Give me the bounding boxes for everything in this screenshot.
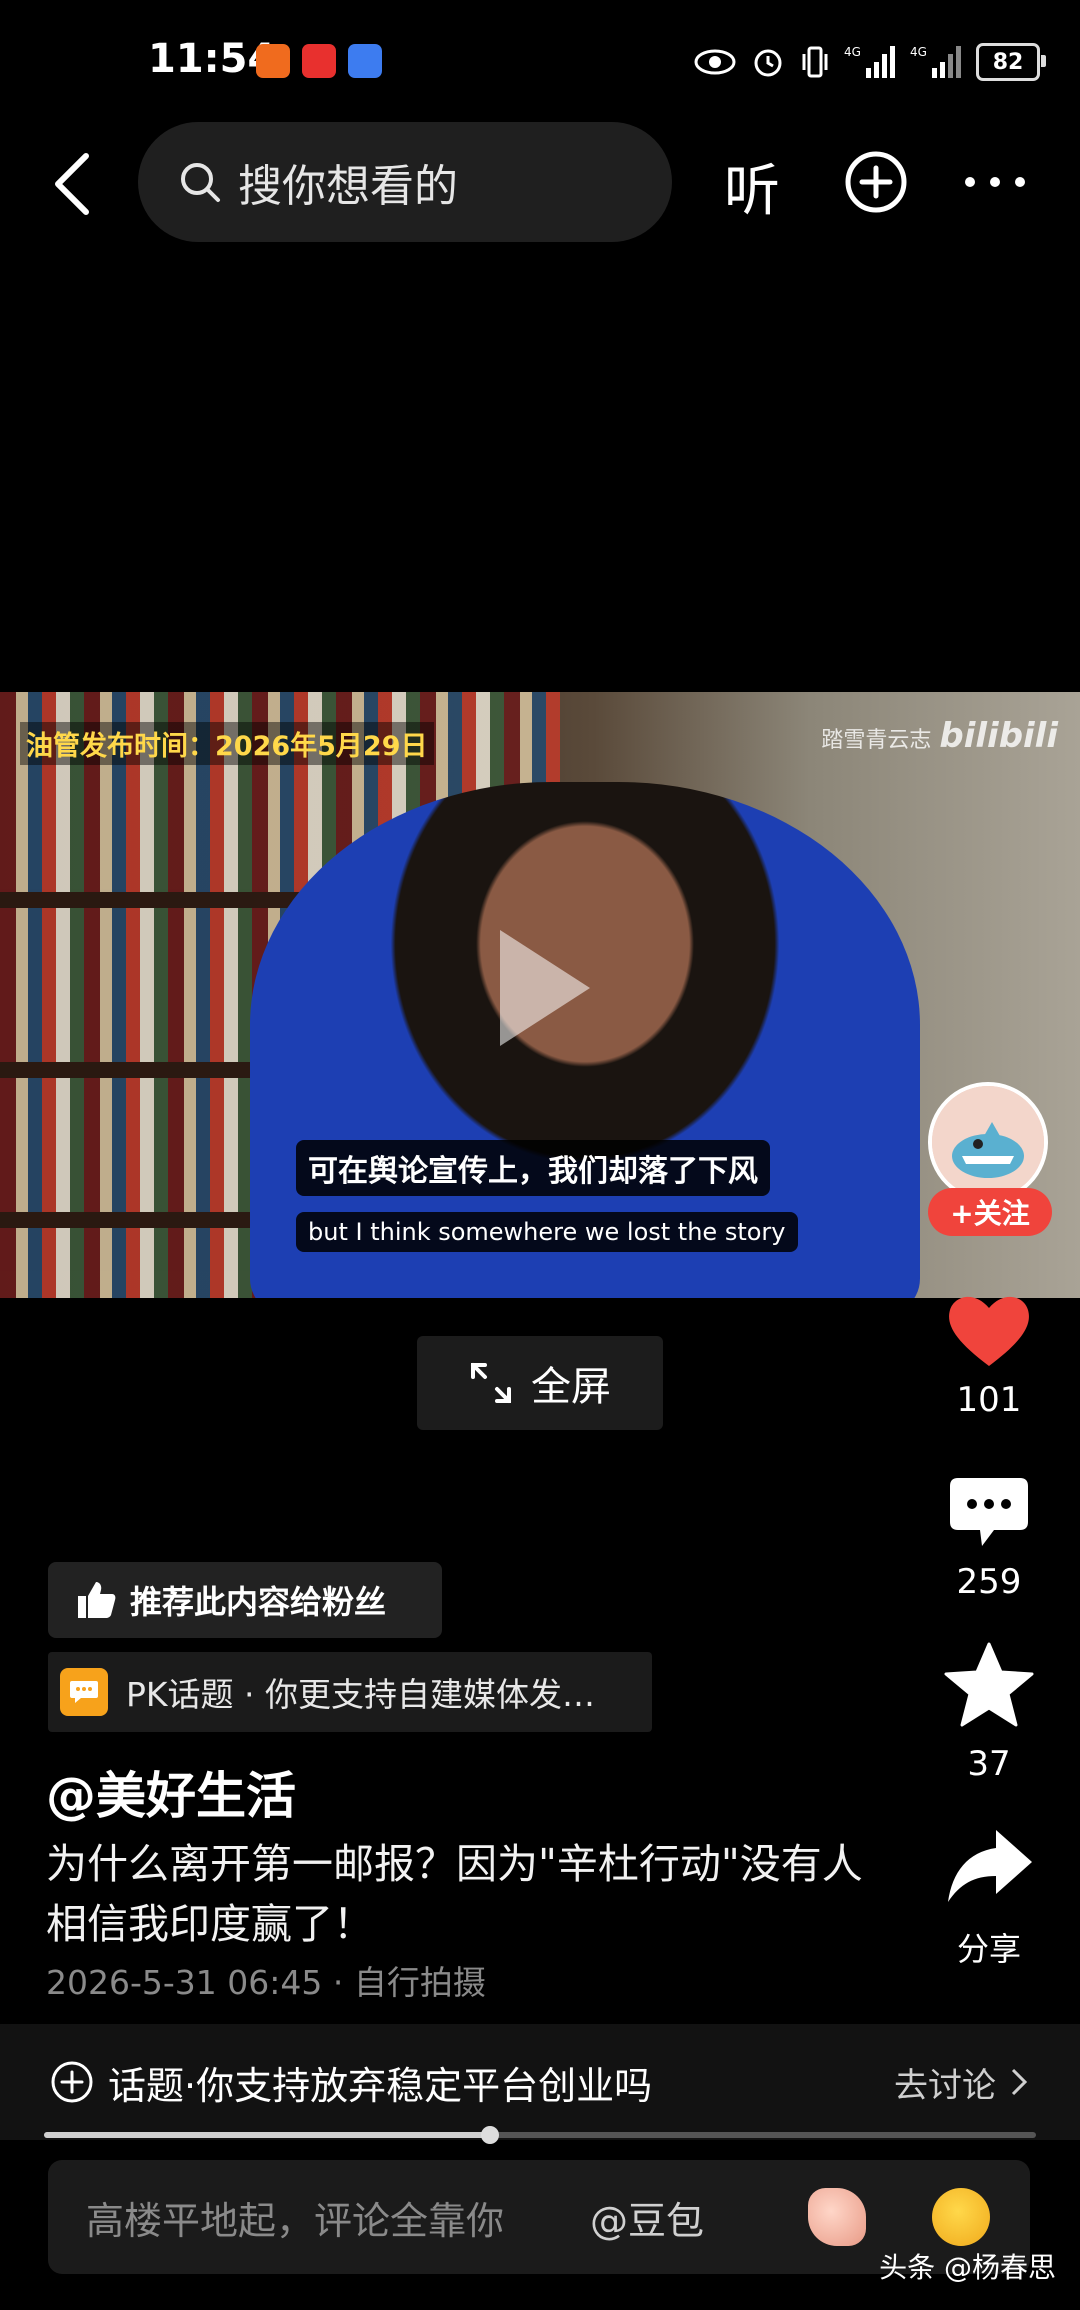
video-description: 为什么离开第一邮报？因为"辛杜行动"没有人相信我印度赢了！	[46, 1840, 863, 1948]
svg-text:4G: 4G	[844, 45, 861, 59]
comment-placeholder: 高楼平地起，评论全靠你	[86, 2198, 505, 2243]
pk-chat-icon	[60, 1668, 108, 1716]
recommend-to-fans-button[interactable]: 推荐此内容给粉丝	[48, 1562, 442, 1638]
publish-time-tag: 油管发布时间：2026年5月29日	[20, 722, 434, 765]
video-watermark: 踏雪青云志 bilibili	[821, 716, 1058, 756]
signal-4g-2-icon: 4G	[910, 45, 961, 78]
video-player[interactable]: 油管发布时间：2026年5月29日 踏雪青云志 bilibili 可在舆论宣传上，…	[0, 692, 1080, 1298]
fullscreen-label: 全屏	[531, 1364, 611, 1410]
progress-knob[interactable]	[481, 2126, 500, 2144]
topic-add-icon	[51, 2061, 93, 2103]
favorite-count: 37	[967, 1744, 1011, 1784]
fullscreen-button[interactable]: 全屏	[417, 1336, 663, 1430]
thumbs-up-icon	[78, 1582, 116, 1618]
back-arrow-icon[interactable]	[50, 152, 94, 216]
search-placeholder: 搜你想看的	[238, 161, 458, 212]
expand-icon	[471, 1363, 511, 1403]
like-count: 101	[956, 1380, 1022, 1420]
avatar-shark-icon	[932, 1086, 1044, 1198]
video-progress-bar[interactable]	[44, 2126, 1036, 2144]
play-icon[interactable]	[500, 930, 590, 1046]
share-arrow-icon[interactable]	[946, 1828, 1034, 1904]
chevron-right-icon	[1011, 2068, 1028, 2096]
comment-bubble-icon[interactable]	[948, 1476, 1030, 1552]
like-heart-icon[interactable]	[944, 1290, 1034, 1370]
subtitle-cn: 可在舆论宣传上，我们却落了下风	[296, 1140, 770, 1196]
follow-button[interactable]: +关注	[928, 1188, 1052, 1236]
battery-indicator: 82	[976, 43, 1046, 81]
laughing-emoji-icon[interactable]	[932, 2188, 990, 2246]
topic-text: 话题·你支持放弃稳定平台创业吗	[108, 2063, 653, 2108]
share-label[interactable]: 分享	[929, 1924, 1049, 1970]
search-bar[interactable]: 搜你想看的	[138, 122, 672, 242]
svg-text:4G: 4G	[910, 45, 927, 59]
mention-doubao[interactable]: @豆包	[590, 2190, 704, 2245]
progress-fill	[44, 2132, 491, 2138]
author-name[interactable]: @美好生活	[46, 1756, 296, 1828]
topic-banner[interactable]: 话题·你支持放弃稳定平台创业吗 去讨论	[0, 2024, 1080, 2140]
status-indicators: 4G 4G 82	[694, 38, 1046, 86]
recommend-label: 推荐此内容给粉丝	[130, 1583, 387, 1621]
signal-4g-icon: 4G	[844, 45, 895, 78]
post-meta: 2026-5-31 06:45 · 自行拍摄	[46, 1963, 486, 2002]
clap-emoji-icon[interactable]	[808, 2188, 866, 2246]
pk-topic-text: PK话题 · 你更支持自建媒体发…	[126, 1675, 596, 1714]
eye-icon	[694, 49, 736, 75]
vibrate-icon	[802, 46, 828, 78]
listen-button[interactable]: 听	[724, 146, 780, 227]
notification-app-icon	[256, 44, 290, 78]
music-app-icon	[348, 44, 382, 78]
more-icon[interactable]	[962, 170, 1028, 194]
subtitle-en: but I think somewhere we lost the story	[296, 1212, 798, 1252]
add-circle-icon[interactable]	[844, 150, 908, 214]
weibo-icon	[302, 44, 336, 78]
pk-topic-link[interactable]: PK话题 · 你更支持自建媒体发…	[48, 1652, 652, 1732]
search-icon	[181, 163, 220, 202]
favorite-star-icon[interactable]	[944, 1642, 1034, 1728]
author-avatar[interactable]	[928, 1082, 1048, 1202]
alarm-icon	[754, 49, 782, 77]
platform-credit: 头条 @杨春思	[879, 2251, 1056, 2284]
comment-count: 259	[956, 1562, 1022, 1602]
go-discuss-link[interactable]: 去讨论	[894, 2058, 1028, 2107]
